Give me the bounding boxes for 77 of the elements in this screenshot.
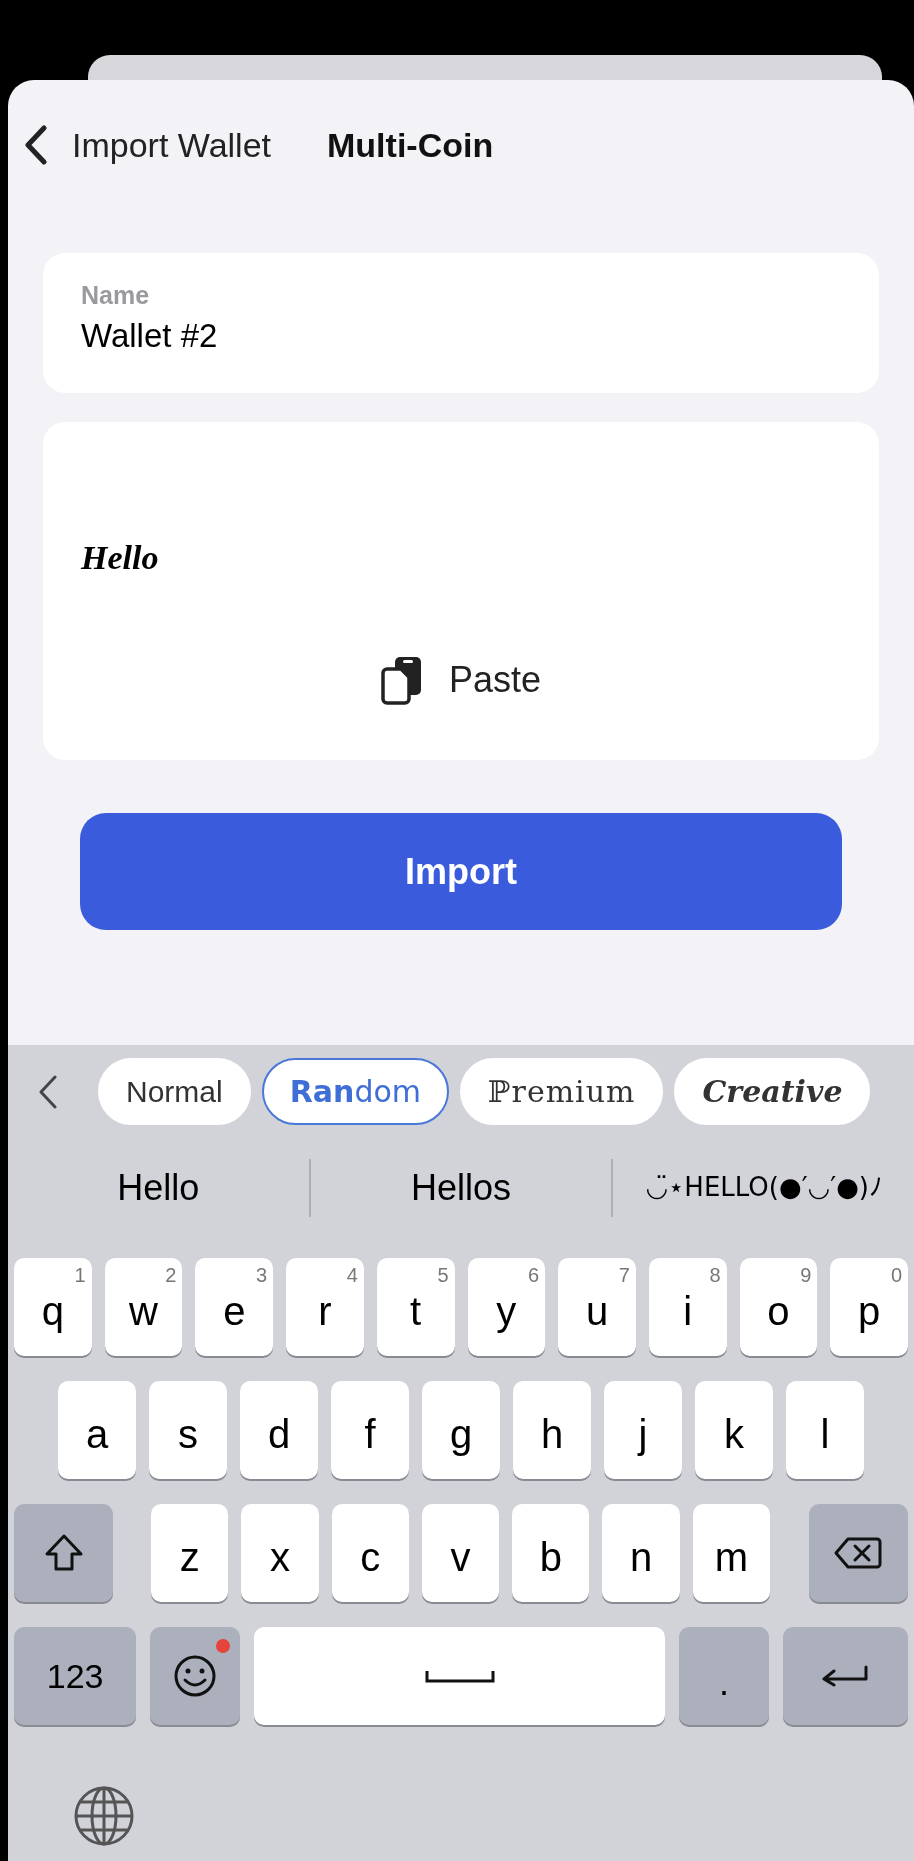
numbers-key[interactable]: 123: [14, 1627, 137, 1725]
name-field[interactable]: Name Wallet #2: [43, 253, 879, 393]
back-button[interactable]: Import Wallet: [24, 119, 271, 171]
font-style-tab[interactable]: ℙremium: [460, 1058, 664, 1125]
key-letter: t: [410, 1289, 422, 1333]
letter-key[interactable]: 5 t: [376, 1258, 455, 1356]
font-style-tab[interactable]: Creative: [674, 1058, 871, 1125]
number-hint: 9: [800, 1263, 812, 1288]
back-chevron-icon[interactable]: [38, 1074, 58, 1109]
number-hint: 0: [890, 1263, 903, 1288]
smiley-icon: [173, 1654, 217, 1698]
key-letter: o: [767, 1289, 790, 1333]
field-value: Wallet #2: [81, 316, 219, 356]
letter-key[interactable]: j: [604, 1381, 682, 1479]
suggestion[interactable]: Hellos: [411, 1160, 512, 1215]
shift-arrow-icon: [43, 1533, 84, 1573]
paste-button[interactable]: Paste: [380, 653, 542, 707]
letter-key[interactable]: 2 w: [104, 1258, 183, 1356]
number-hint: 4: [346, 1263, 358, 1288]
letter-key[interactable]: g: [422, 1381, 500, 1479]
field-label: Name: [81, 280, 151, 310]
suggestion[interactable]: Hello: [117, 1160, 200, 1215]
letter-key[interactable]: l: [786, 1381, 864, 1479]
globe-icon[interactable]: [73, 1785, 135, 1847]
letter-key[interactable]: v: [421, 1504, 500, 1602]
return-key[interactable]: [782, 1627, 908, 1725]
number-hint: 8: [709, 1263, 721, 1288]
letter-key[interactable]: 0 p: [830, 1258, 909, 1356]
clipboard-icon: [380, 655, 423, 705]
field-value: Hello: [81, 538, 159, 578]
letter-key[interactable]: 4 r: [286, 1258, 364, 1356]
letter-key[interactable]: 7 u: [558, 1258, 636, 1356]
letter-key[interactable]: 3 e: [195, 1258, 274, 1356]
phrase-field[interactable]: Hello Paste: [43, 422, 879, 760]
letter-key[interactable]: a: [58, 1381, 136, 1479]
letter-key[interactable]: n: [602, 1504, 680, 1602]
letter-key[interactable]: k: [695, 1381, 773, 1479]
number-hint: 6: [528, 1263, 540, 1288]
font-style-tab[interactable]: Random: [261, 1058, 449, 1125]
import-button[interactable]: Import: [80, 813, 842, 930]
letter-key[interactable]: z: [151, 1504, 229, 1602]
letter-key[interactable]: h: [513, 1381, 591, 1479]
key-letter: y: [496, 1289, 517, 1333]
key-letter: q: [41, 1289, 64, 1333]
back-chevron-icon: [24, 125, 48, 165]
key-letter: w: [129, 1289, 158, 1333]
letter-key[interactable]: f: [331, 1381, 409, 1479]
letter-key[interactable]: 6 y: [467, 1258, 546, 1356]
delete-key[interactable]: [808, 1504, 908, 1602]
key-letter: u: [585, 1289, 609, 1333]
letter-key[interactable]: 9 o: [739, 1258, 818, 1356]
letter-key[interactable]: 1 q: [14, 1258, 92, 1356]
emoji-key[interactable]: [150, 1627, 240, 1725]
letter-key[interactable]: c: [331, 1504, 409, 1602]
letter-key[interactable]: 8 i: [648, 1258, 727, 1356]
key-letter: p: [858, 1289, 881, 1333]
key-letter: r: [318, 1289, 332, 1333]
letter-key[interactable]: x: [241, 1504, 319, 1602]
shift-key[interactable]: [14, 1504, 114, 1602]
letter-key[interactable]: d: [240, 1381, 318, 1479]
font-style-tab[interactable]: Normal: [98, 1058, 251, 1125]
key-letter: i: [683, 1289, 693, 1333]
page-title: Multi-Coin: [327, 124, 494, 166]
return-icon: [820, 1665, 871, 1687]
letter-key[interactable]: b: [512, 1504, 590, 1602]
number-hint: 2: [165, 1263, 177, 1288]
number-hint: 7: [618, 1263, 630, 1288]
key-letter: e: [223, 1289, 246, 1333]
space-icon: [424, 1669, 495, 1683]
period-key[interactable]: .: [679, 1627, 769, 1725]
letter-key[interactable]: s: [149, 1381, 227, 1479]
number-hint: 3: [256, 1263, 268, 1288]
number-hint: 1: [74, 1263, 86, 1288]
number-hint: 5: [437, 1263, 449, 1288]
letter-key[interactable]: m: [692, 1504, 770, 1602]
suggestion[interactable]: ◡̈⋆HELLO(●′◡′●)ﾉ: [645, 1168, 882, 1207]
backspace-icon: [834, 1536, 883, 1570]
